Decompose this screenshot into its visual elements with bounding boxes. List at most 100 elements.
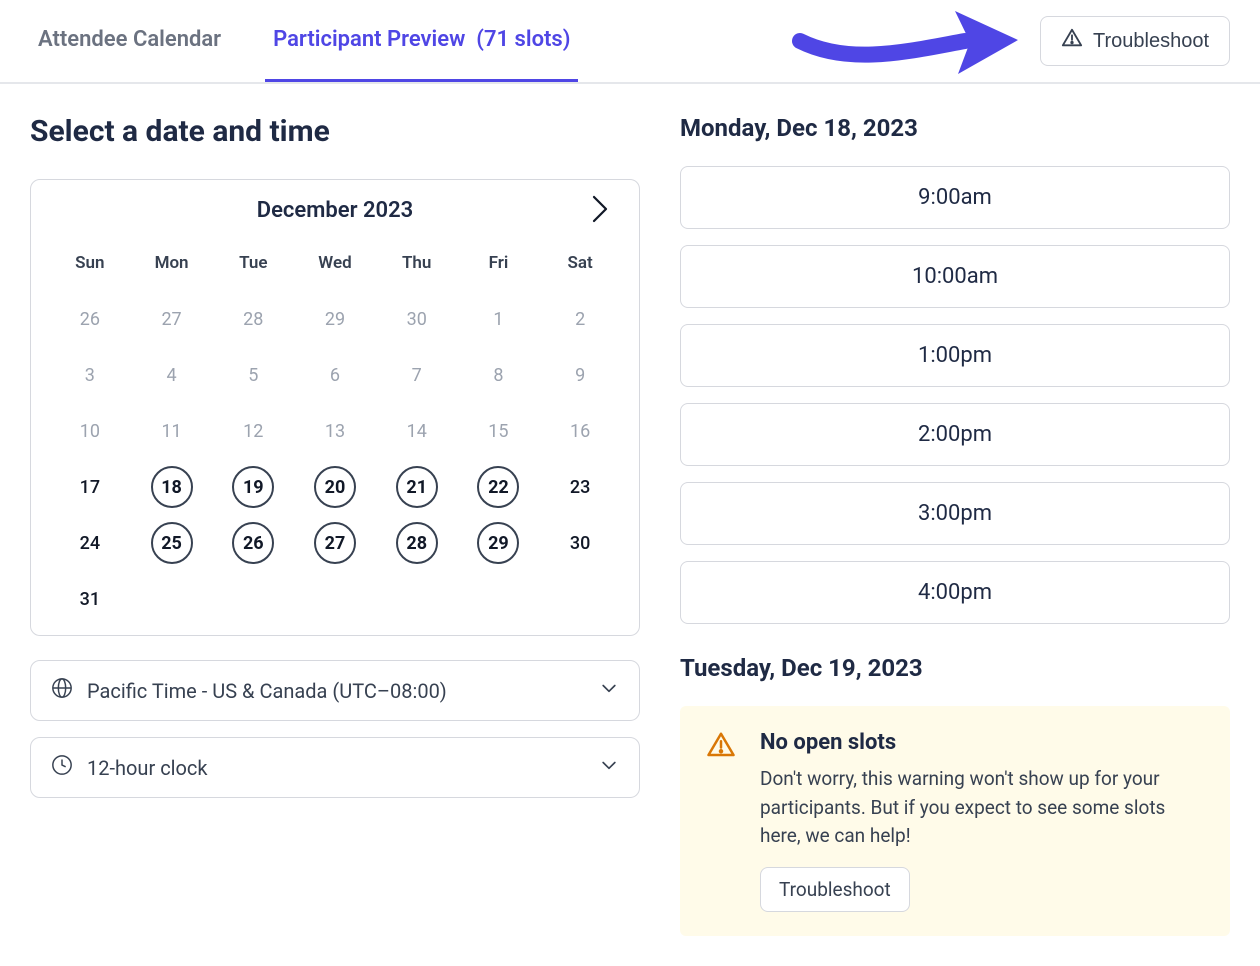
calendar-day-number: 22 [477,466,519,508]
calendar-day-number: 2 [559,298,601,340]
chevron-right-icon [591,194,609,228]
calendar-day-cell [212,571,294,627]
page-title: Select a date and time [30,114,640,149]
globe-icon [51,677,73,704]
time-slot-button[interactable]: 4:00pm [680,561,1230,624]
calendar-dow-label: Fri [458,243,540,291]
calendar-day-number: 5 [232,354,274,396]
calendar-day-number: 25 [151,522,193,564]
calendar-day-cell: 28 [212,291,294,347]
calendar-day-cell: 3 [49,347,131,403]
chevron-down-icon [599,755,619,780]
calendar-day-cell: 27 [131,291,213,347]
calendar: December 2023 SunMonTueWedThuFriSat 2627… [30,179,640,636]
time-slot-button[interactable]: 9:00am [680,166,1230,229]
calendar-day-number: 20 [314,466,356,508]
calendar-day-number: 15 [477,410,519,452]
calendar-day-cell[interactable]: 19 [212,459,294,515]
calendar-day-cell: 11 [131,403,213,459]
calendar-day-number: 19 [232,466,274,508]
calendar-day-cell [376,571,458,627]
calendar-day-cell: 7 [376,347,458,403]
calendar-day-cell [131,571,213,627]
calendar-day-cell [294,571,376,627]
calendar-day-cell[interactable]: 25 [131,515,213,571]
calendar-day-number: 31 [69,578,111,620]
calendar-day-number: 28 [232,298,274,340]
troubleshoot-label: Troubleshoot [1093,30,1209,53]
calendar-day-number: 27 [314,522,356,564]
tab-participant-preview[interactable]: Participant Preview (71 slots) [265,0,578,82]
calendar-day-cell[interactable]: 21 [376,459,458,515]
calendar-day-cell: 23 [539,459,621,515]
calendar-next-button[interactable] [591,194,609,228]
calendar-day-cell: 16 [539,403,621,459]
troubleshoot-button[interactable]: Troubleshoot [1040,16,1230,66]
calendar-day-cell: 5 [212,347,294,403]
calendar-day-cell: 10 [49,403,131,459]
calendar-day-cell: 1 [458,291,540,347]
calendar-day-number: 9 [559,354,601,396]
calendar-day-cell[interactable]: 20 [294,459,376,515]
day-heading: Tuesday, Dec 19, 2023 [680,654,1230,682]
day-heading: Monday, Dec 18, 2023 [680,114,1230,142]
calendar-day-number: 24 [69,522,111,564]
calendar-dow-label: Tue [212,243,294,291]
calendar-dow-label: Sun [49,243,131,291]
time-slot-button[interactable]: 1:00pm [680,324,1230,387]
calendar-month-label: December 2023 [257,198,413,223]
warning-troubleshoot-button[interactable]: Troubleshoot [760,867,910,912]
calendar-day-number: 4 [151,354,193,396]
calendar-day-number: 18 [151,466,193,508]
tab-slot-count: (71 slots) [476,27,570,52]
time-slot-button[interactable]: 3:00pm [680,482,1230,545]
calendar-day-number: 14 [396,410,438,452]
annotation-arrow [790,0,1020,90]
calendar-day-cell: 13 [294,403,376,459]
calendar-dow-label: Thu [376,243,458,291]
calendar-day-cell: 30 [539,515,621,571]
calendar-day-number: 23 [559,466,601,508]
calendar-day-cell: 9 [539,347,621,403]
calendar-day-number: 3 [69,354,111,396]
calendar-day-number: 17 [69,466,111,508]
calendar-day-cell: 15 [458,403,540,459]
calendar-day-number: 27 [151,298,193,340]
calendar-day-number: 16 [559,410,601,452]
calendar-day-cell: 4 [131,347,213,403]
calendar-day-cell: 30 [376,291,458,347]
clock-format-label: 12-hour clock [87,756,208,780]
calendar-day-cell[interactable]: 29 [458,515,540,571]
no-open-slots-warning: No open slotsDon't worry, this warning w… [680,706,1230,936]
timezone-select[interactable]: Pacific Time - US & Canada (UTC–08:00) [30,660,640,721]
clock-format-select[interactable]: 12-hour clock [30,737,640,798]
timezone-label: Pacific Time - US & Canada (UTC–08:00) [87,679,447,703]
calendar-day-number: 28 [396,522,438,564]
calendar-day-number: 11 [151,410,193,452]
calendar-day-cell [458,571,540,627]
calendar-day-cell[interactable]: 22 [458,459,540,515]
calendar-day-number: 30 [559,522,601,564]
calendar-day-cell: 6 [294,347,376,403]
time-slot-button[interactable]: 2:00pm [680,403,1230,466]
calendar-day-cell: 17 [49,459,131,515]
calendar-day-cell [539,571,621,627]
calendar-day-number: 10 [69,410,111,452]
topbar: Attendee Calendar Participant Preview (7… [0,0,1260,84]
calendar-day-cell[interactable]: 28 [376,515,458,571]
warning-title: No open slots [760,730,1204,755]
calendar-day-cell: 29 [294,291,376,347]
calendar-day-cell: 2 [539,291,621,347]
calendar-day-cell[interactable]: 26 [212,515,294,571]
calendar-day-cell: 31 [49,571,131,627]
calendar-day-number: 30 [396,298,438,340]
warning-triangle-icon [1061,27,1083,55]
chevron-down-icon [599,678,619,703]
calendar-day-number: 26 [69,298,111,340]
calendar-day-cell[interactable]: 27 [294,515,376,571]
calendar-day-cell[interactable]: 18 [131,459,213,515]
calendar-day-cell: 12 [212,403,294,459]
tab-attendee-calendar[interactable]: Attendee Calendar [30,0,229,82]
calendar-day-number: 1 [477,298,519,340]
time-slot-button[interactable]: 10:00am [680,245,1230,308]
